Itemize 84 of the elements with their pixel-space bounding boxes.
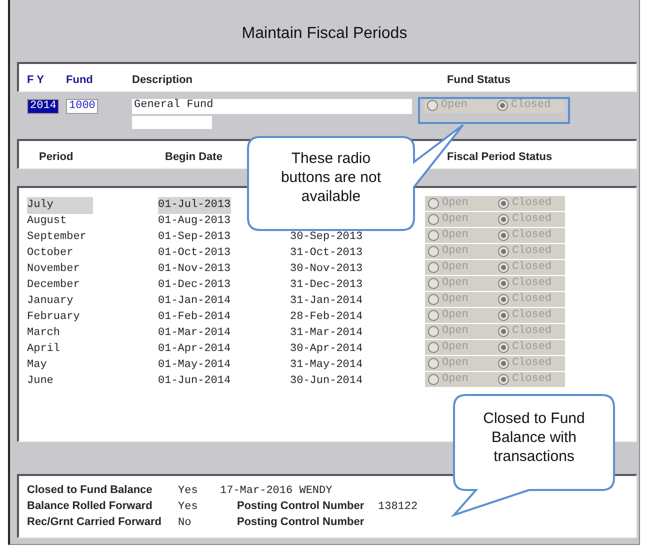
summary-label: Closed to Fund Balance bbox=[27, 483, 152, 498]
radio-button: Closed bbox=[495, 227, 565, 244]
date-cell-text: 01-Jan-2014 bbox=[158, 294, 231, 309]
date-cell-text: 31-Dec-2013 bbox=[290, 278, 363, 293]
posting-label: Posting Control Number bbox=[237, 499, 364, 514]
radio-button: Open bbox=[425, 243, 495, 260]
date-cell-text: 01-Oct-2013 bbox=[158, 246, 231, 261]
radio-button: Open bbox=[425, 259, 495, 276]
radio-button: Closed bbox=[495, 307, 565, 324]
radio-button: Closed bbox=[495, 259, 565, 276]
period-cell[interactable]: August bbox=[27, 213, 67, 230]
summary-detail: 17-Mar-2016 WENDY bbox=[220, 484, 332, 499]
period-cell[interactable]: May bbox=[27, 357, 47, 374]
radio-button: Open bbox=[425, 323, 495, 340]
posting-label: Posting Control Number bbox=[237, 515, 364, 530]
period-cell[interactable]: October bbox=[27, 245, 74, 262]
column-header: Begin Date bbox=[165, 150, 222, 165]
date-cell-text: 01-Dec-2013 bbox=[158, 278, 231, 293]
period-cell[interactable]: September bbox=[27, 229, 86, 246]
radio-button: Closed bbox=[495, 291, 565, 308]
radio-button: Closed bbox=[495, 339, 565, 356]
radio-button: Closed bbox=[495, 243, 565, 260]
period-cell[interactable]: June bbox=[27, 373, 54, 390]
radio-button: Open bbox=[425, 227, 495, 244]
radio-button: Closed bbox=[495, 211, 565, 228]
column-header: Fund Status bbox=[447, 73, 511, 88]
date-cell-text: 01-Nov-2013 bbox=[158, 262, 231, 277]
radio-button: Open bbox=[425, 291, 495, 308]
radio-button: Closed bbox=[495, 371, 565, 388]
summary-label: Balance Rolled Forward bbox=[27, 499, 152, 514]
period-cell[interactable]: December bbox=[27, 277, 80, 294]
callout-text: Closed to Fund Balance with transactions bbox=[482, 409, 586, 466]
radio-button: Closed bbox=[494, 97, 564, 114]
column-header: F Y bbox=[27, 73, 44, 88]
fund-field[interactable]: 1000 bbox=[66, 99, 98, 114]
date-cell-text: 31-Jan-2014 bbox=[290, 294, 363, 309]
date-cell-text: 01-Jun-2014 bbox=[158, 374, 231, 389]
radio-button: Open bbox=[425, 211, 495, 228]
date-cell-text: 30-Nov-2013 bbox=[290, 262, 363, 277]
date-cell-text: 01-Feb-2014 bbox=[158, 310, 231, 325]
radio-button: Open bbox=[425, 355, 495, 372]
summary-value: No bbox=[178, 516, 192, 531]
date-cell-text: 30-Jun-2014 bbox=[290, 374, 363, 389]
radio-button: Closed bbox=[495, 355, 565, 372]
date-cell-text: 31-May-2014 bbox=[290, 358, 363, 373]
radio-button: Open bbox=[425, 195, 495, 212]
input-field[interactable] bbox=[132, 116, 212, 129]
date-cell-text: 28-Feb-2014 bbox=[290, 310, 363, 325]
date-cell-text: 01-Mar-2014 bbox=[158, 326, 231, 341]
radio-button: Open bbox=[424, 97, 494, 114]
radio-button: Open bbox=[425, 371, 495, 388]
period-cell[interactable]: July bbox=[27, 197, 93, 214]
period-cell[interactable]: February bbox=[27, 309, 80, 326]
date-cell: 01-Jul-2013 bbox=[158, 197, 231, 214]
date-cell-text: 31-Oct-2013 bbox=[290, 246, 363, 261]
fy-field[interactable]: 2014 bbox=[27, 99, 60, 114]
radio-button: Closed bbox=[495, 275, 565, 292]
callout-text: These radio buttons are not available bbox=[280, 149, 382, 206]
date-cell-text: 01-Aug-2013 bbox=[158, 214, 231, 229]
date-cell-text: 30-Sep-2013 bbox=[290, 230, 363, 245]
summary-value: Yes bbox=[178, 500, 198, 515]
date-cell-text: 01-Apr-2014 bbox=[158, 342, 231, 357]
radio-button: Open bbox=[425, 275, 495, 292]
date-cell-text: 01-Sep-2013 bbox=[158, 230, 231, 245]
window-title: Maintain Fiscal Periods bbox=[242, 25, 408, 42]
description-field[interactable]: General Fund bbox=[132, 99, 412, 114]
column-header: Fiscal Period Status bbox=[447, 150, 552, 165]
summary-value: Yes bbox=[178, 484, 198, 499]
date-cell-text: 31-Mar-2014 bbox=[290, 326, 363, 341]
radio-button: Open bbox=[425, 339, 495, 356]
period-cell[interactable]: April bbox=[27, 341, 60, 358]
period-cell[interactable]: January bbox=[27, 293, 74, 310]
column-header: Period bbox=[39, 150, 74, 165]
radio-button: Closed bbox=[495, 195, 565, 212]
period-cell[interactable]: November bbox=[27, 261, 80, 278]
period-cell[interactable]: March bbox=[27, 325, 60, 342]
radio-button: Open bbox=[425, 307, 495, 324]
summary-label: Rec/Grnt Carried Forward bbox=[27, 515, 162, 530]
posting-number: 138122 bbox=[378, 500, 418, 515]
date-cell-text: 01-May-2014 bbox=[158, 358, 231, 373]
date-cell-text: 30-Apr-2014 bbox=[290, 342, 363, 357]
column-header: Description bbox=[132, 73, 193, 88]
column-header: Fund bbox=[66, 73, 93, 88]
radio-button: Closed bbox=[495, 323, 565, 340]
